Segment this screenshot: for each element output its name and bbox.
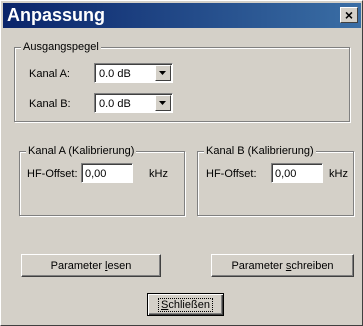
channel-a-hf-offset-input[interactable]: 0,00 [81, 163, 133, 183]
channel-a-calibration-legend: Kanal A (Kalibrierung) [26, 145, 137, 158]
channel-b-calibration-group: Kanal B (Kalibrierung) [197, 145, 354, 216]
channel-b-hf-offset-input[interactable]: 0,00 [271, 163, 323, 183]
close-window-button[interactable]: × [340, 7, 358, 23]
channel-a-calibration-group: Kanal A (Kalibrierung) [19, 145, 185, 216]
channel-b-calibration-legend: Kanal B (Kalibrierung) [204, 145, 316, 158]
write-parameters-button[interactable]: Parameter schreiben [211, 254, 354, 277]
close-button-label: Schließen [158, 297, 213, 312]
read-parameters-button[interactable]: Parameter lesen [21, 254, 161, 277]
write-parameters-label: Parameter schreiben [231, 259, 334, 272]
channel-b-hf-offset-value: 0,00 [275, 168, 297, 180]
chevron-down-icon [159, 70, 166, 75]
channel-a-hf-offset-label: HF-Offset: [27, 168, 78, 180]
channel-a-hf-offset-value: 0,00 [85, 168, 107, 180]
channel-b-unit-label: kHz [329, 168, 348, 180]
channel-a-dropdown-button[interactable] [155, 65, 171, 81]
channel-b-hf-offset-label: HF-Offset: [206, 168, 257, 180]
channel-b-level-value: 0.0 dB [99, 98, 131, 110]
title-bar[interactable]: Anpassung × [3, 3, 361, 28]
chevron-down-icon [159, 100, 166, 105]
channel-b-level-select[interactable]: 0.0 dB [94, 93, 173, 113]
dialog-window: Anpassung × Ausgangspegel Kanal A: 0.0 d… [0, 0, 363, 326]
window-title: Anpassung [7, 5, 106, 25]
channel-b-label: Kanal B: [29, 98, 71, 110]
channel-a-level-value: 0.0 dB [99, 68, 131, 80]
channel-a-level-select[interactable]: 0.0 dB [94, 63, 173, 83]
channel-a-unit-label: kHz [149, 168, 168, 180]
close-button[interactable]: Schließen [147, 293, 224, 316]
channel-b-dropdown-button[interactable] [155, 95, 171, 111]
output-level-legend: Ausgangspegel [21, 41, 101, 54]
read-parameters-label: Parameter lesen [50, 259, 132, 272]
close-icon: × [344, 7, 354, 23]
channel-a-label: Kanal A: [29, 68, 70, 80]
